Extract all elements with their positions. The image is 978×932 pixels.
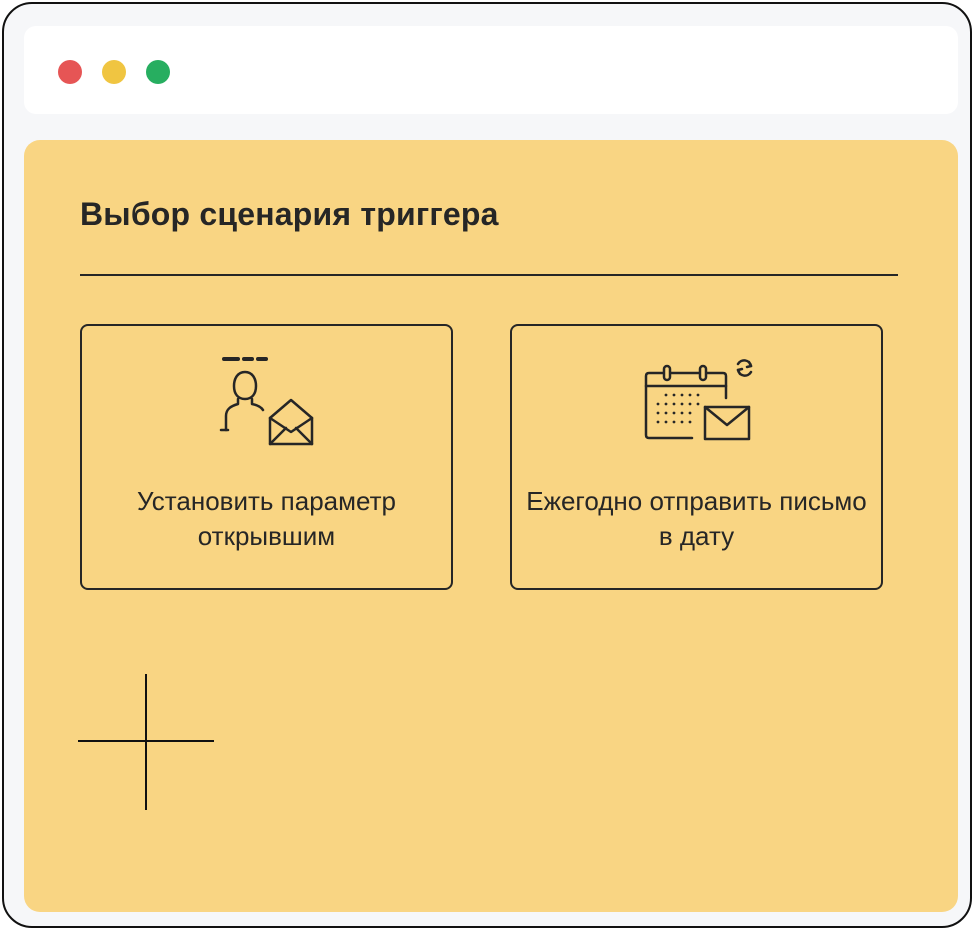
scenario-card-label: Установить параметр открывшим [137, 486, 396, 551]
close-window-button[interactable] [58, 60, 82, 84]
panel-title: Выбор сценария триггера [80, 196, 499, 232]
scenario-card-set-parameter[interactable]: Установить параметр открывшим [80, 324, 453, 590]
trigger-scenario-panel: Выбор сценария триггера Установить парам… [24, 140, 958, 912]
calendar-envelope-icon [644, 359, 752, 441]
scenario-card-yearly-email[interactable]: Ежегодно отправить письмо в дату [510, 324, 883, 590]
maximize-window-button[interactable] [146, 60, 170, 84]
minimize-window-button[interactable] [102, 60, 126, 84]
scenario-card-label: Ежегодно отправить письмо в дату [526, 486, 867, 551]
app-window: Выбор сценария триггера Установить парам… [2, 2, 972, 928]
add-scenario-button[interactable] [78, 674, 214, 810]
user-envelope-icon [219, 357, 313, 446]
title-divider [80, 274, 898, 276]
plus-icon [145, 674, 147, 810]
window-titlebar [24, 26, 958, 114]
